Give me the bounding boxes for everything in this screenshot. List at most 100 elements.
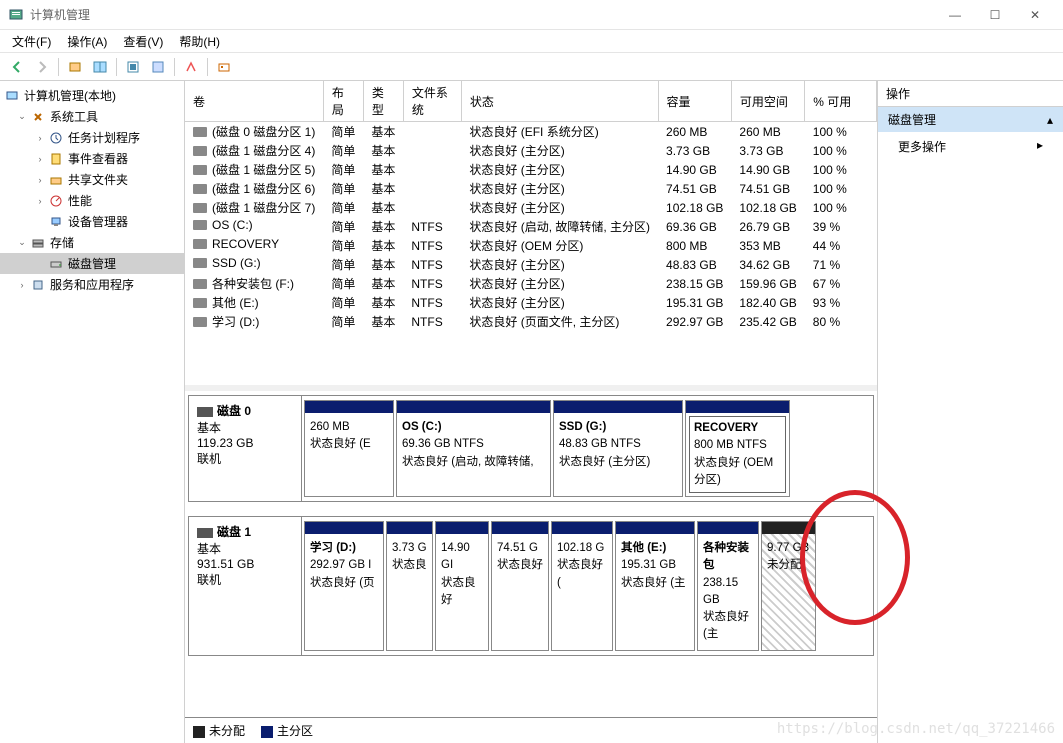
maximize-button[interactable]: ☐	[975, 1, 1015, 29]
perf-icon	[48, 193, 64, 209]
partition[interactable]: 14.90 GI状态良好	[435, 521, 489, 651]
tree-label: 性能	[68, 192, 92, 209]
tree-services[interactable]: › 服务和应用程序	[0, 274, 184, 295]
toolbar-btn-1[interactable]	[64, 56, 86, 78]
partition[interactable]: SSD (G:)48.83 GB NTFS状态良好 (主分区)	[553, 400, 683, 497]
volume-row[interactable]: 其他 (E:)简单基本NTFS状态良好 (主分区)195.31 GB182.40…	[185, 293, 877, 312]
disk-icon	[197, 528, 213, 538]
partition[interactable]: 102.18 G状态良好 (	[551, 521, 613, 651]
legend: 未分配 主分区	[185, 717, 877, 743]
toolbar-btn-5[interactable]	[180, 56, 202, 78]
tree-devmgr[interactable]: 设备管理器	[0, 211, 184, 232]
expand-icon[interactable]: ›	[34, 153, 46, 165]
tree-label: 任务计划程序	[68, 129, 140, 146]
volume-row[interactable]: 学习 (D:)简单基本NTFS状态良好 (页面文件, 主分区)292.97 GB…	[185, 312, 877, 331]
partition[interactable]: OS (C:)69.36 GB NTFS状态良好 (启动, 故障转储,	[396, 400, 551, 497]
menu-action[interactable]: 操作(A)	[59, 30, 115, 53]
volume-row[interactable]: (磁盘 1 磁盘分区 5)简单基本状态良好 (主分区)14.90 GB14.90…	[185, 160, 877, 179]
disk-icon	[197, 407, 213, 417]
tree-shared[interactable]: › 共享文件夹	[0, 169, 184, 190]
volume-row[interactable]: (磁盘 1 磁盘分区 6)简单基本状态良好 (主分区)74.51 GB74.51…	[185, 179, 877, 198]
actions-pane: 操作 磁盘管理 ▴ 更多操作 ▸	[878, 81, 1063, 743]
volume-row[interactable]: (磁盘 1 磁盘分区 4)简单基本状态良好 (主分区)3.73 GB3.73 G…	[185, 141, 877, 160]
tree-diskmgmt[interactable]: 磁盘管理	[0, 253, 184, 274]
disk-row: 磁盘 1基本931.51 GB联机学习 (D:)292.97 GB I状态良好 …	[188, 516, 874, 656]
diskmgmt-icon	[48, 256, 64, 272]
window-title: 计算机管理	[30, 6, 935, 23]
volume-list: 卷 布局 类型 文件系统 状态 容量 可用空间 % 可用 (磁盘 0 磁盘分区 …	[185, 81, 877, 391]
expand-icon[interactable]: ›	[16, 279, 28, 291]
volume-icon	[193, 220, 207, 230]
volume-icon	[193, 239, 207, 249]
disk-header[interactable]: 磁盘 0基本119.23 GB联机	[189, 396, 302, 501]
partition[interactable]: 学习 (D:)292.97 GB I状态良好 (页	[304, 521, 384, 651]
menu-view[interactable]: 查看(V)	[115, 30, 171, 53]
toolbar	[0, 53, 1063, 81]
col-capacity[interactable]: 容量	[658, 81, 731, 122]
volume-row[interactable]: (磁盘 1 磁盘分区 7)简单基本状态良好 (主分区)102.18 GB102.…	[185, 198, 877, 217]
expand-icon[interactable]: ›	[34, 132, 46, 144]
tree-perf[interactable]: › 性能	[0, 190, 184, 211]
partition[interactable]: 9.77 GB未分配	[761, 521, 816, 651]
forward-button[interactable]	[31, 56, 53, 78]
refresh-button[interactable]	[122, 56, 144, 78]
toolbar-btn-2[interactable]	[89, 56, 111, 78]
legend-unalloc-label: 未分配	[209, 724, 245, 738]
volume-row[interactable]: OS (C:)简单基本NTFS状态良好 (启动, 故障转储, 主分区)69.36…	[185, 217, 877, 236]
partition[interactable]: 各种安装包238.15 GB状态良好 (主	[697, 521, 759, 651]
volume-row[interactable]: SSD (G:)简单基本NTFS状态良好 (主分区)48.83 GB34.62 …	[185, 255, 877, 274]
scheduler-icon	[48, 130, 64, 146]
partition[interactable]: 260 MB状态良好 (E	[304, 400, 394, 497]
col-status[interactable]: 状态	[461, 81, 658, 122]
tree-label: 存储	[50, 234, 74, 251]
menu-help[interactable]: 帮助(H)	[171, 30, 228, 53]
back-button[interactable]	[6, 56, 28, 78]
tree-storage[interactable]: ⌄ 存储	[0, 232, 184, 253]
volume-icon	[193, 298, 207, 308]
tree-eventviewer[interactable]: › 事件查看器	[0, 148, 184, 169]
tools-icon	[30, 109, 46, 125]
menu-file[interactable]: 文件(F)	[4, 30, 59, 53]
expand-icon[interactable]: ›	[34, 195, 46, 207]
col-type[interactable]: 类型	[363, 81, 403, 122]
partition[interactable]: RECOVERY800 MB NTFS状态良好 (OEM 分区)	[685, 400, 790, 497]
volume-row[interactable]: RECOVERY简单基本NTFS状态良好 (OEM 分区)800 MB353 M…	[185, 236, 877, 255]
col-layout[interactable]: 布局	[323, 81, 363, 122]
tree-systools[interactable]: ⌄ 系统工具	[0, 106, 184, 127]
volume-icon	[193, 203, 207, 213]
volume-row[interactable]: (磁盘 0 磁盘分区 1)简单基本状态良好 (EFI 系统分区)260 MB26…	[185, 122, 877, 142]
collapse-icon[interactable]: ⌄	[16, 237, 28, 249]
volume-icon	[193, 146, 207, 156]
services-icon	[30, 277, 46, 293]
actions-header: 操作	[878, 81, 1063, 107]
expand-icon[interactable]: ›	[34, 174, 46, 186]
actions-section[interactable]: 磁盘管理 ▴	[878, 107, 1063, 132]
tree-scheduler[interactable]: › 任务计划程序	[0, 127, 184, 148]
chevron-right-icon: ▸	[1037, 138, 1043, 155]
actions-more-label: 更多操作	[898, 138, 946, 155]
tree-label: 共享文件夹	[68, 171, 128, 188]
tree-label: 事件查看器	[68, 150, 128, 167]
col-pctfree[interactable]: % 可用	[805, 81, 877, 122]
collapse-icon[interactable]: ⌄	[16, 111, 28, 123]
shared-icon	[48, 172, 64, 188]
col-free[interactable]: 可用空间	[731, 81, 804, 122]
actions-section-label: 磁盘管理	[888, 111, 936, 128]
col-volume[interactable]: 卷	[185, 81, 323, 122]
toolbar-btn-4[interactable]	[147, 56, 169, 78]
close-button[interactable]: ✕	[1015, 1, 1055, 29]
toolbar-btn-6[interactable]	[213, 56, 235, 78]
volume-row[interactable]: 各种安装包 (F:)简单基本NTFS状态良好 (主分区)238.15 GB159…	[185, 274, 877, 293]
partition[interactable]: 74.51 G状态良好	[491, 521, 549, 651]
disk-header[interactable]: 磁盘 1基本931.51 GB联机	[189, 517, 302, 655]
actions-more[interactable]: 更多操作 ▸	[878, 132, 1063, 161]
partition[interactable]: 3.73 G状态良	[386, 521, 433, 651]
minimize-button[interactable]: —	[935, 1, 975, 29]
tree-label: 设备管理器	[68, 213, 128, 230]
app-icon	[8, 7, 24, 23]
computer-icon	[4, 88, 20, 104]
partition[interactable]: 其他 (E:)195.31 GB状态良好 (主	[615, 521, 695, 651]
collapse-icon: ▴	[1047, 113, 1053, 127]
col-fs[interactable]: 文件系统	[403, 81, 461, 122]
tree-root[interactable]: 计算机管理(本地)	[0, 85, 184, 106]
